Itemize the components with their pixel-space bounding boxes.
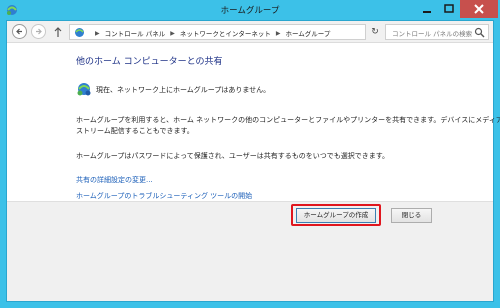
description-text: ストリーム配信することもできます。 [76,127,194,135]
search-input[interactable]: コントロール パネルの検索 [392,28,472,38]
advanced-sharing-link[interactable]: 共有の詳細設定の変更... [76,175,153,185]
window-client: ▶ コントロール パネル ▶ ネットワークとインターネット ▶ ホームグループ … [6,20,500,302]
arrow-right-icon [36,28,42,35]
breadcrumb-separator-icon: ▶ [275,29,281,37]
maximize-button[interactable] [438,0,460,18]
navigation-bar: ▶ コントロール パネル ▶ ネットワークとインターネット ▶ ホームグループ … [7,21,493,43]
close-icon [474,4,484,14]
footer-bar: ホームグループの作成 閉じる [7,201,493,301]
breadcrumb-control-panel[interactable]: コントロール パネル [105,28,166,38]
control-panel-icon [75,28,84,37]
minimize-button[interactable] [416,0,438,18]
description-text: ホームグループを利用すると、ホーム ネットワークの他のコンピューターとファイルや… [76,116,500,124]
homegroup-window: ホームグループ ▶ コントロール パネル ▶ ネットワークとインターネット ▶ … [0,0,500,308]
breadcrumb-homegroup[interactable]: ホームグループ [285,28,330,38]
troubleshooter-link[interactable]: ホームグループのトラブルシューティング ツールの開始 [76,191,252,201]
breadcrumb-network[interactable]: ネットワークとインターネット [180,28,271,38]
maximize-icon [444,4,454,13]
breadcrumb-separator-icon: ▶ [170,29,175,37]
main-content: 他のホーム コンピューターとの共有 現在、ネットワーク上にホームグループはありま… [7,44,500,218]
homegroup-network-icon [77,83,91,96]
password-info-text: ホームグループはパスワードによって保護され、ユーザーは共有するものをいつでも選択… [76,152,390,160]
refresh-icon[interactable]: ↻ [369,26,381,38]
forward-button[interactable] [31,24,46,39]
close-window-button[interactable] [460,0,498,18]
back-button[interactable] [12,24,27,39]
search-icon[interactable] [474,27,485,38]
address-bar[interactable]: ▶ コントロール パネル ▶ ネットワークとインターネット ▶ ホームグループ … [69,24,425,40]
create-homegroup-button[interactable]: ホームグループの作成 [296,208,376,223]
minimize-icon [423,11,431,13]
search-box[interactable]: コントロール パネルの検索 [385,24,489,40]
breadcrumb: ▶ コントロール パネル ▶ ネットワークとインターネット ▶ ホームグループ [90,28,330,39]
close-button[interactable]: 閉じる [391,208,432,223]
up-arrow-icon[interactable] [52,25,64,39]
breadcrumb-separator-icon: ▶ [95,29,100,37]
title-bar[interactable]: ホームグループ [0,0,500,20]
arrow-left-icon [16,28,22,35]
page-title: 他のホーム コンピューターとの共有 [76,57,223,67]
status-message: 現在、ネットワーク上にホームグループはありません。 [96,86,271,94]
